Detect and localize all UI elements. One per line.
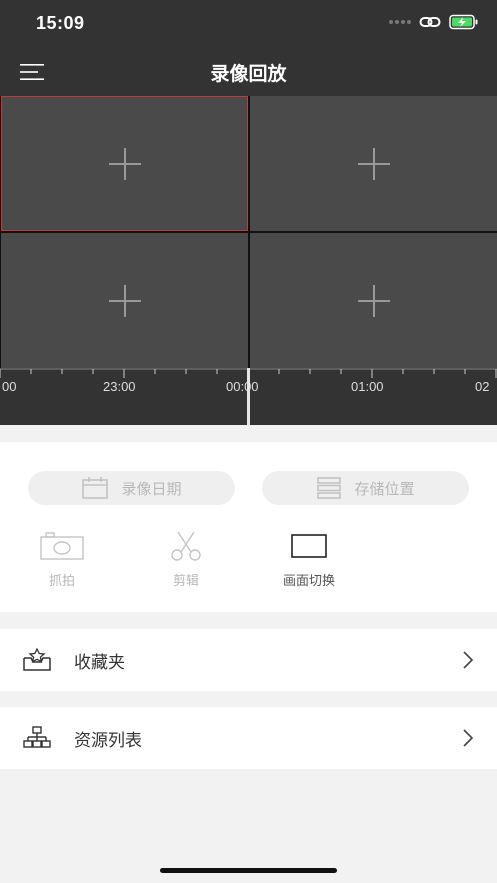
status-time: 15:09	[36, 13, 85, 33]
storage-location-button[interactable]: 存储位置	[262, 471, 469, 505]
calendar-icon	[82, 477, 109, 499]
clip-button[interactable]: 剪辑	[151, 530, 221, 589]
signal-dots-icon	[389, 20, 411, 24]
plus-icon	[108, 284, 141, 317]
video-cell-4[interactable]	[250, 233, 497, 368]
resources-row[interactable]: 资源列表	[0, 707, 497, 769]
action-panel: 录像日期 存储位置 抓拍 剪辑 画面切换	[0, 442, 497, 612]
snapshot-button[interactable]: 抓拍	[27, 530, 97, 589]
storage-icon	[317, 477, 342, 499]
battery-charging-icon	[449, 14, 478, 30]
switch-view-button[interactable]: 画面切换	[274, 530, 344, 589]
status-indicators	[389, 14, 479, 30]
timeline-label: 00:00	[226, 379, 259, 394]
video-cell-2[interactable]	[250, 96, 497, 231]
plus-icon	[357, 147, 390, 180]
favorites-tray-icon	[23, 648, 51, 671]
record-date-label: 录像日期	[121, 479, 182, 498]
switch-view-label: 画面切换	[282, 574, 335, 589]
timeline[interactable]: 00 23:00 00:00 01:00 02	[0, 368, 497, 425]
timeline-label: 02	[475, 379, 490, 394]
scissors-icon	[171, 531, 201, 561]
timeline-label: 00	[2, 379, 17, 394]
favorites-row[interactable]: 收藏夹	[0, 629, 497, 691]
snapshot-label: 抓拍	[48, 574, 75, 589]
clip-label: 剪辑	[172, 574, 199, 589]
timeline-cursor[interactable]	[247, 368, 250, 425]
record-date-button[interactable]: 录像日期	[28, 471, 235, 505]
video-cell-3[interactable]	[1, 233, 248, 368]
resources-label: 资源列表	[74, 730, 142, 751]
single-view-icon	[291, 534, 327, 558]
plus-icon	[357, 284, 390, 317]
video-grid	[0, 96, 497, 368]
video-cell-1[interactable]	[1, 96, 248, 231]
link-icon	[419, 17, 441, 27]
plus-icon	[108, 147, 141, 180]
hierarchy-icon	[23, 726, 51, 748]
home-indicator	[160, 868, 337, 873]
status-bar: 15:09	[0, 0, 497, 48]
timeline-label: 01:00	[351, 379, 384, 394]
favorites-label: 收藏夹	[74, 652, 125, 673]
chevron-right-icon	[463, 651, 474, 669]
storage-location-label: 存储位置	[354, 479, 415, 498]
chevron-right-icon	[463, 729, 474, 747]
page-title: 录像回放	[210, 63, 287, 85]
camera-icon	[40, 532, 84, 560]
timeline-label: 23:00	[103, 379, 136, 394]
nav-bar: 录像回放	[0, 48, 497, 96]
